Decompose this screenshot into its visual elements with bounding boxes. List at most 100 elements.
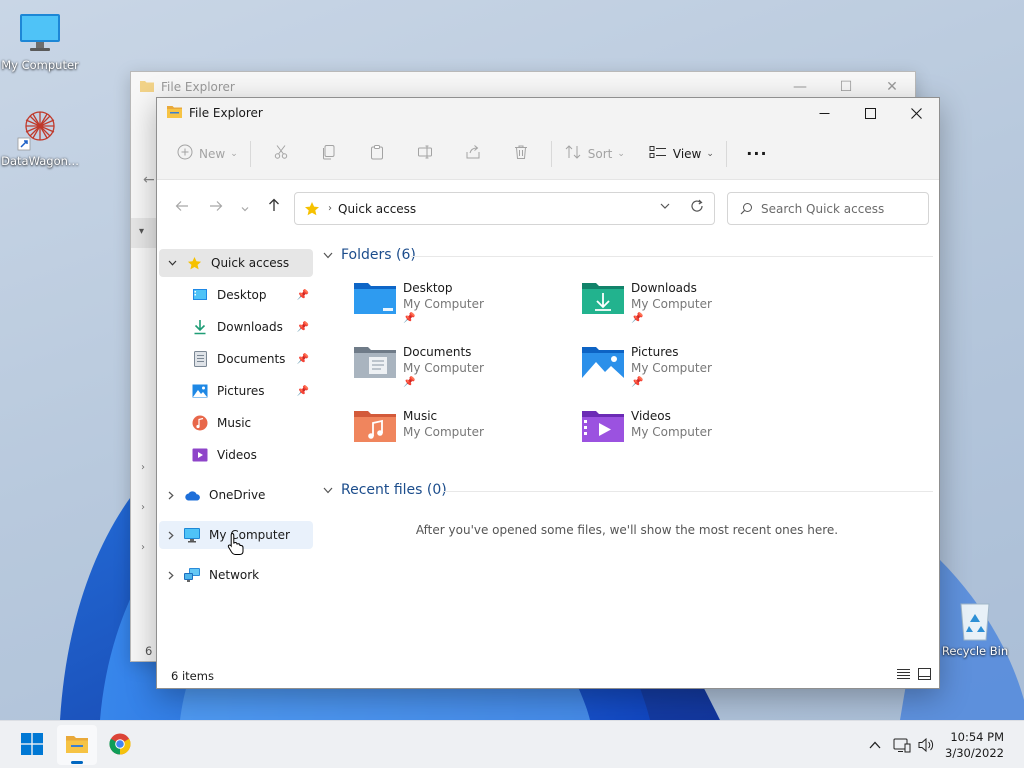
forward-button[interactable] <box>199 192 233 222</box>
breadcrumb-quick-access[interactable]: Quick access <box>338 202 416 216</box>
folder-name: Music <box>403 409 438 423</box>
sidebar-item-label: Documents <box>217 352 286 366</box>
chevron-down-icon <box>323 484 333 497</box>
details-view-icon[interactable] <box>897 668 910 683</box>
sidebar-item-quick-access[interactable]: Quick access <box>159 249 313 277</box>
network-icon <box>183 566 201 584</box>
divider <box>249 140 251 167</box>
refresh-icon[interactable] <box>690 199 704 217</box>
back-button[interactable] <box>165 192 199 222</box>
sidebar-item-network[interactable]: Network <box>159 561 313 589</box>
video-icon <box>191 446 209 464</box>
sidebar-item-videos[interactable]: Videos <box>191 441 311 469</box>
folder-icon <box>166 104 183 122</box>
search-input[interactable] <box>761 201 921 216</box>
address-history-chevron-icon[interactable] <box>660 201 670 212</box>
sidebar-item-downloads[interactable]: Downloads 📌 <box>191 313 311 341</box>
chevron-right-icon[interactable] <box>168 571 174 580</box>
chrome-icon <box>109 733 131 758</box>
chevron-right-icon[interactable] <box>168 491 174 500</box>
monitor-icon <box>16 8 64 56</box>
folder-location: My Computer <box>631 361 712 375</box>
windows-logo-icon <box>21 732 43 758</box>
show-hidden-icons-chevron-icon[interactable] <box>869 741 881 749</box>
chevron-down-icon: ⌄ <box>706 148 714 159</box>
folder-location: My Computer <box>403 297 484 311</box>
search-box[interactable] <box>727 192 929 225</box>
active-indicator <box>71 761 83 764</box>
sort-button-label: Sort <box>587 146 613 161</box>
network-status-icon[interactable] <box>893 737 911 753</box>
pin-icon: 📌 <box>296 321 309 333</box>
videos-folder-icon <box>581 408 627 448</box>
rename-button[interactable] <box>401 138 449 170</box>
volume-icon[interactable] <box>917 737 935 753</box>
star-icon <box>304 201 320 217</box>
background-sidebar-selection: ▾ <box>131 218 157 248</box>
pin-icon: 📌 <box>296 385 309 397</box>
view-button-label: View <box>672 146 702 161</box>
folder-icon <box>65 734 89 757</box>
minimize-button[interactable] <box>801 98 847 128</box>
pin-icon: 📌 <box>631 377 644 388</box>
documents-folder-icon <box>353 344 399 384</box>
folder-tile-downloads[interactable]: Downloads My Computer 📌 <box>581 280 801 340</box>
sidebar-item-desktop[interactable]: Desktop 📌 <box>191 281 311 309</box>
start-button[interactable] <box>12 725 52 765</box>
pictures-folder-icon <box>581 344 627 384</box>
sort-button[interactable]: Sort ⌄ <box>558 138 631 170</box>
recent-locations-button[interactable] <box>233 192 257 222</box>
sidebar-item-onedrive[interactable]: OneDrive <box>159 481 313 509</box>
desktop-icon-my-computer[interactable]: My Computer <box>0 8 80 72</box>
desktop-icon-recycle-bin[interactable]: Recycle Bin <box>935 598 1015 658</box>
section-divider <box>411 256 933 257</box>
folder-tile-music[interactable]: Music My Computer <box>353 408 573 468</box>
sidebar-item-documents[interactable]: Documents 📌 <box>191 345 311 373</box>
folder-tile-desktop[interactable]: Desktop My Computer 📌 <box>353 280 573 340</box>
file-explorer-window[interactable]: File Explorer New ⌄ Sort ⌄ View ⌄ ··· › … <box>156 97 940 689</box>
chevron-down-icon[interactable] <box>168 258 177 269</box>
paste-button[interactable] <box>353 138 401 170</box>
folder-location: My Computer <box>631 425 712 439</box>
address-bar[interactable]: › Quick access <box>294 192 715 225</box>
titlebar: File Explorer <box>157 98 939 128</box>
clock[interactable]: 10:54 PM 3/30/2022 <box>945 729 1004 761</box>
share-button[interactable] <box>449 138 497 170</box>
clock-date: 3/30/2022 <box>945 746 1004 760</box>
copy-button[interactable] <box>305 138 353 170</box>
maximize-button[interactable] <box>847 98 893 128</box>
folder-name: Desktop <box>403 281 453 295</box>
desktop-icon-label: My Computer <box>1 58 79 72</box>
new-button[interactable]: New ⌄ <box>171 138 244 170</box>
sidebar-item-label: Network <box>209 568 260 582</box>
sidebar-item-music[interactable]: Music <box>191 409 311 437</box>
system-tray: 10:54 PM 3/30/2022 <box>869 721 1024 768</box>
status-bar: 6 items <box>157 664 939 688</box>
music-folder-icon <box>353 408 399 448</box>
delete-button[interactable] <box>497 138 545 170</box>
star-icon <box>185 254 203 272</box>
desktop-icon-datawagon[interactable]: DataWagon... <box>0 104 80 168</box>
taskbar-chrome-button[interactable] <box>100 725 140 765</box>
folders-section-header[interactable]: Folders (6) <box>323 247 416 263</box>
recent-files-section-title: Recent files (0) <box>341 482 447 498</box>
scissors-icon <box>273 144 289 163</box>
folder-tile-documents[interactable]: Documents My Computer 📌 <box>353 344 573 404</box>
folder-tile-pictures[interactable]: Pictures My Computer 📌 <box>581 344 801 404</box>
command-bar: New ⌄ Sort ⌄ View ⌄ ··· <box>157 128 939 180</box>
cut-button[interactable] <box>257 138 305 170</box>
sidebar-item-pictures[interactable]: Pictures 📌 <box>191 377 311 405</box>
chevron-right-icon: › <box>141 462 145 473</box>
view-button[interactable]: View ⌄ <box>643 138 720 170</box>
folder-tile-videos[interactable]: Videos My Computer <box>581 408 801 468</box>
taskbar-file-explorer-button[interactable] <box>57 725 97 765</box>
breadcrumb-separator-icon: › <box>328 203 332 214</box>
up-button[interactable] <box>257 192 291 222</box>
more-options-button[interactable]: ··· <box>733 138 781 170</box>
tiles-view-icon[interactable] <box>918 668 931 683</box>
close-button[interactable] <box>893 98 939 128</box>
divider <box>725 140 727 167</box>
recent-files-section-header[interactable]: Recent files (0) <box>323 482 447 498</box>
folder-location: My Computer <box>403 361 484 375</box>
chevron-down-icon: ▾ <box>139 226 145 237</box>
